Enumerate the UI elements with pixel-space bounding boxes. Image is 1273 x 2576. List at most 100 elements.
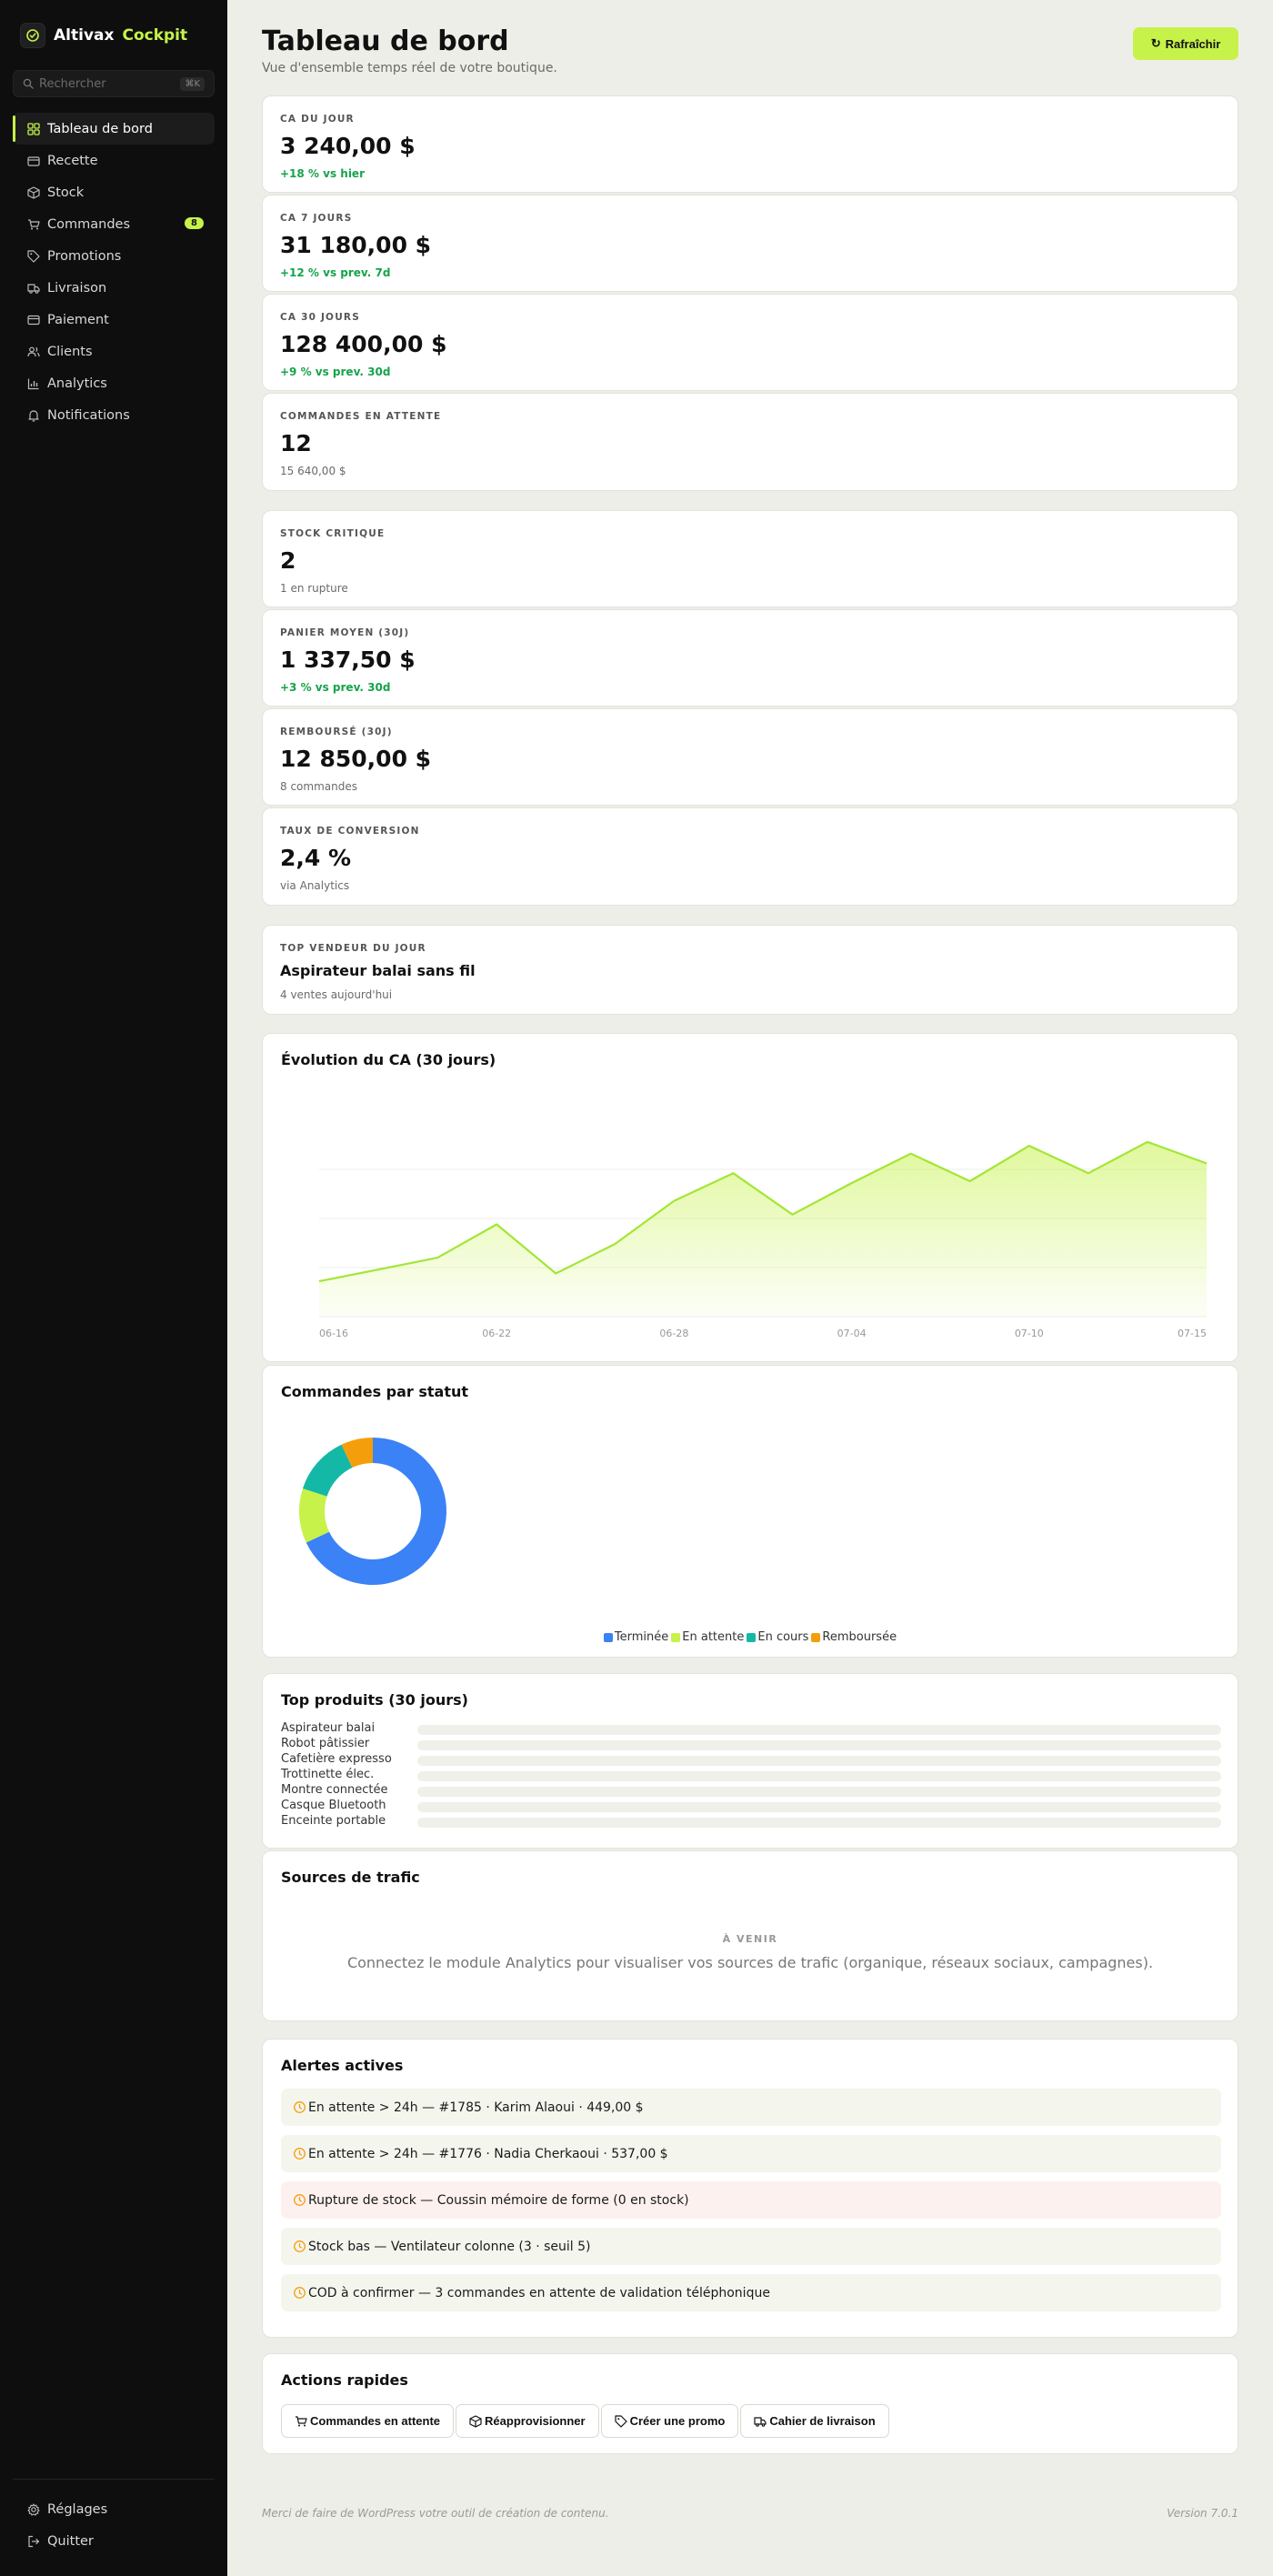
x-tick-label: 07-10 <box>1015 1328 1044 1339</box>
kpi-delta: +9 % vs prev. 30d <box>280 366 391 378</box>
alert-clock-icon <box>293 2100 306 2114</box>
sidebar-item-paiement[interactable]: Paiement <box>13 304 215 336</box>
sidebar: Altivax Cockpit Rechercher ⌘K Tableau de… <box>0 0 227 2576</box>
top-products-card: Top produits (30 jours) Aspirateur balai… <box>262 1673 1238 1849</box>
kpi-value: 12 850,00 $ <box>280 746 432 772</box>
brand-logo-icon <box>20 23 45 48</box>
alert-item-danger[interactable]: Rupture de stock — Coussin mémoire de fo… <box>281 2181 1221 2219</box>
kpi-label: CA 7 jours <box>280 213 353 224</box>
grid-icon <box>26 122 41 136</box>
search-input[interactable]: Rechercher ⌘K <box>13 70 215 97</box>
wallet-icon <box>26 154 41 168</box>
sidebar-item-recette[interactable]: Recette <box>13 145 215 176</box>
kpi-label: CA du jour <box>280 114 355 125</box>
alert-clock-icon <box>293 2286 306 2300</box>
sidebar-item-logout[interactable]: Quitter <box>13 2525 215 2557</box>
legend-swatch <box>747 1632 757 1642</box>
legend-item[interactable]: Terminée <box>603 1630 669 1644</box>
sidebar-item-livraison[interactable]: Livraison <box>13 272 215 304</box>
sidebar-item-label: Clients <box>47 344 93 359</box>
sidebar-item-promotions[interactable]: Promotions <box>13 240 215 272</box>
product-name: Enceinte portable <box>281 1814 386 1828</box>
sidebar-item-analytics[interactable]: Analytics <box>13 367 215 399</box>
legend-swatch <box>811 1632 821 1642</box>
active-alerts-card: Alertes actives En attente > 24h — #1785… <box>262 2039 1238 2338</box>
sidebar-item-label: Réglages <box>47 2501 108 2517</box>
kpi-value: 128 400,00 $ <box>280 331 447 357</box>
kpi-card-revenue-day: CA du jour 3 240,00 $ +18 % vs hier <box>262 95 1238 193</box>
sidebar-item-settings[interactable]: Réglages <box>13 2493 215 2525</box>
alert-clock-icon <box>293 2240 306 2253</box>
quick-action-create-promo-button[interactable]: Créer une promo <box>600 2404 739 2438</box>
kpi-label: Remboursé (30j) <box>280 727 393 737</box>
quick-action-delivery-book-button[interactable]: Cahier de livraison <box>740 2404 889 2438</box>
top-seller-card: Top vendeur du jour Aspirateur balai san… <box>262 925 1238 1015</box>
quick-action-label: Créer une promo <box>629 2414 726 2428</box>
quick-actions-card: Actions rapides Commandes en attente Réa… <box>262 2353 1238 2454</box>
refresh-button[interactable]: ↻ Rafraîchir <box>1133 27 1238 60</box>
product-row: Cafetière expresso <box>281 1752 1221 1768</box>
alert-clock-icon <box>293 2193 306 2207</box>
legend-item[interactable]: En attente <box>671 1630 744 1644</box>
x-tick-label: 07-04 <box>837 1328 867 1339</box>
chart-icon <box>26 376 41 391</box>
kpi-delta: +12 % vs prev. 7d <box>280 266 391 279</box>
alert-item[interactable]: Stock bas — Ventilateur colonne (3 · seu… <box>281 2228 1221 2265</box>
quick-action-restock-button[interactable]: Réapprovisionner <box>456 2404 599 2438</box>
alert-text: COD à confirmer — 3 commandes en attente… <box>308 2285 770 2300</box>
revenue-chart-card: Évolution du CA (30 jours) 06-16 06-22 06-… <box>262 1033 1238 1362</box>
refresh-label: Rafraîchir <box>1165 36 1221 51</box>
footer-version: Version 7.0.1 <box>1167 2507 1238 2520</box>
product-bar-track <box>417 1756 1221 1766</box>
revenue-area-chart: 06-16 06-22 06-28 07-04 07-10 07-15 <box>318 1140 1208 1339</box>
sidebar-item-clients[interactable]: Clients <box>13 336 215 367</box>
sidebar-item-label: Recette <box>47 153 98 168</box>
alert-item[interactable]: En attente > 24h — #1776 · Nadia Cherkao… <box>281 2135 1221 2172</box>
product-name: Casque Bluetooth <box>281 1799 386 1812</box>
top-products-title: Top produits (30 jours) <box>281 1691 468 1709</box>
product-name: Aspirateur balai <box>281 1721 376 1735</box>
sidebar-item-notifications[interactable]: Notifications <box>13 399 215 431</box>
kpi-value: 2,4 % <box>280 845 352 871</box>
status-chart-legend: Terminée En attente En cours Remboursée <box>263 1630 1238 1644</box>
quick-actions-title: Actions rapides <box>281 2371 408 2389</box>
top-seller-note: 4 ventes aujourd'hui <box>280 988 393 1001</box>
kpi-value: 12 <box>280 430 312 456</box>
tag-icon <box>26 249 41 264</box>
traffic-sources-card: Sources de trafic À venir Connectez le m… <box>262 1850 1238 2021</box>
quick-action-label: Réapprovisionner <box>485 2414 586 2428</box>
cart-icon <box>295 2415 307 2428</box>
product-bar-track <box>417 1787 1221 1797</box>
sidebar-item-stock[interactable]: Stock <box>13 176 215 208</box>
sidebar-item-label: Commandes <box>47 216 131 232</box>
product-bar-track <box>417 1740 1221 1750</box>
page-title: Tableau de bord <box>262 25 509 57</box>
kpi-value: 2 <box>280 547 296 574</box>
legend-label: Remboursée <box>822 1630 897 1644</box>
x-tick-label: 07-15 <box>1178 1328 1207 1339</box>
quick-action-pending-orders-button[interactable]: Commandes en attente <box>281 2404 455 2438</box>
legend-label: En attente <box>682 1630 745 1644</box>
search-shortcut: ⌘K <box>180 76 205 91</box>
kpi-note: 8 commandes <box>280 780 357 793</box>
legend-label: Terminée <box>614 1630 669 1644</box>
x-tick-label: 06-28 <box>659 1328 688 1339</box>
kpi-delta: +18 % vs hier <box>280 167 365 180</box>
brand[interactable]: Altivax Cockpit <box>20 23 187 48</box>
kpi-label: Taux de conversion <box>280 826 420 837</box>
sidebar-item-dashboard[interactable]: Tableau de bord <box>13 113 215 145</box>
product-row: Enceinte portable <box>281 1814 1221 1829</box>
alert-item[interactable]: En attente > 24h — #1785 · Karim Alaoui … <box>281 2089 1221 2126</box>
legend-item[interactable]: En cours <box>747 1630 808 1644</box>
sidebar-item-commandes[interactable]: Commandes 8 <box>13 208 215 240</box>
quick-action-label: Cahier de livraison <box>769 2414 876 2428</box>
alert-text: Stock bas — Ventilateur colonne (3 · seu… <box>308 2239 591 2254</box>
alert-clock-icon <box>293 2147 306 2160</box>
alert-item[interactable]: COD à confirmer — 3 commandes en attente… <box>281 2274 1221 2311</box>
product-bar-track <box>417 1725 1221 1735</box>
donut-slice-2 <box>302 1444 353 1497</box>
tag-icon <box>614 2414 627 2428</box>
legend-item[interactable]: Remboursée <box>811 1630 897 1644</box>
product-row: Robot pâtissier <box>281 1737 1221 1752</box>
brand-name: Altivax <box>54 26 115 45</box>
